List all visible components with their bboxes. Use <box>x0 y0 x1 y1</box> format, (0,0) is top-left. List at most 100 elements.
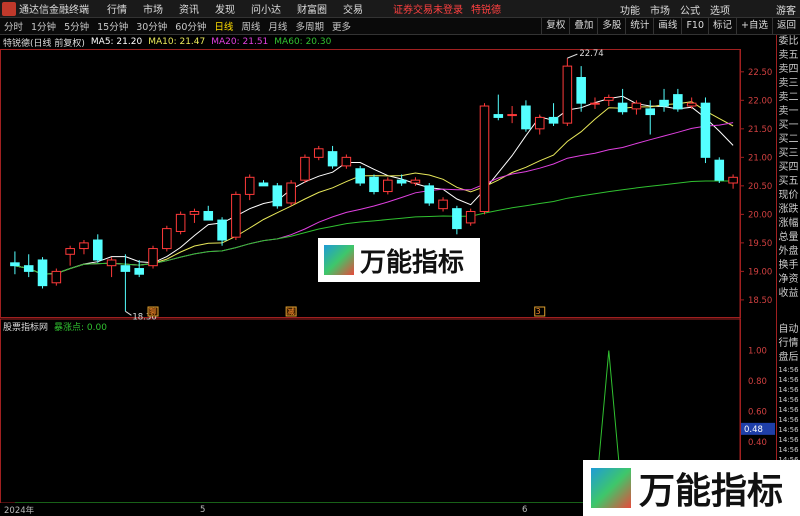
sub-tick-label: 0.80 <box>748 377 767 387</box>
sub-indicator-line-label: 暴涨点: 0.00 <box>54 322 107 333</box>
ma60-label: MA60: 20.30 <box>274 37 332 47</box>
period-tab[interactable]: 周线 <box>237 19 264 33</box>
watermark-logo-icon <box>591 468 631 508</box>
candle-up <box>507 114 517 117</box>
menu-item-ask[interactable]: 问小达 <box>251 1 281 16</box>
sub-tick-label: 1.00 <box>748 347 767 357</box>
ma-legend: 特锐德(日线 前复权) MA5: 21.20 MA10: 21.47 MA20:… <box>0 35 740 49</box>
menu-right-market[interactable]: 市场 <box>650 2 670 17</box>
candle-down <box>258 182 269 187</box>
menu-item-wealth[interactable]: 财富圈 <box>297 1 327 16</box>
quote-field-label: 卖一 <box>778 106 799 117</box>
tick-time: 14:56 <box>778 446 799 454</box>
sub-indicator-name: 股票指标网 <box>3 322 49 333</box>
quote-field-label: 买四 <box>778 162 799 173</box>
candle-up <box>410 179 421 184</box>
candle-down <box>493 114 504 118</box>
ma10-label: MA10: 21.47 <box>148 37 206 47</box>
tick-time: 14:56 <box>778 416 799 424</box>
watermark-text: 万能指标 <box>360 247 465 278</box>
period-tab-active[interactable]: 日线 <box>210 19 237 33</box>
candle-down <box>355 168 365 184</box>
adjust-button[interactable]: 复权 <box>541 18 569 34</box>
candle-up <box>562 65 573 124</box>
overlay-button[interactable]: 叠加 <box>569 18 597 34</box>
candle-down <box>424 185 435 204</box>
mark-button[interactable]: 标记 <box>708 18 736 34</box>
candle-down <box>548 116 559 124</box>
period-tab[interactable]: 月线 <box>264 19 291 33</box>
panel-tab[interactable]: 行情 <box>777 337 800 351</box>
candle-down <box>576 77 586 104</box>
multi-stock-button[interactable]: 多股 <box>597 18 625 34</box>
period-tab[interactable]: 多周期 <box>291 19 328 33</box>
tick-time: 14:56 <box>778 386 799 394</box>
candle-up <box>534 116 545 130</box>
date-label: 5 <box>200 504 206 515</box>
period-tab-more[interactable]: 更多 <box>328 19 355 33</box>
quote-field-label: 买三 <box>778 148 799 159</box>
quote-field-label: 换手 <box>778 260 799 271</box>
candle-up <box>728 176 738 184</box>
quote-field-label: 委比 <box>778 36 799 47</box>
menu-item-market[interactable]: 市场 <box>143 1 163 16</box>
menu-item-discover[interactable]: 发现 <box>215 1 235 16</box>
candle-down <box>452 208 462 230</box>
panel-tab[interactable]: 自动 <box>777 323 800 337</box>
menu-item-trade[interactable]: 交易 <box>343 1 363 16</box>
menu-right: 功能 市场 公式 选项 游客 <box>610 0 796 18</box>
draw-button[interactable]: 画线 <box>653 18 681 34</box>
candle-up <box>65 248 75 255</box>
menu-right-function[interactable]: 功能 <box>620 2 640 17</box>
candle-up <box>383 179 393 193</box>
panel-tab[interactable]: 盘后 <box>777 351 800 365</box>
stats-button[interactable]: 统计 <box>625 18 653 34</box>
tick-time: 14:56 <box>778 366 799 374</box>
quote-field-label: 涨跌 <box>778 204 799 215</box>
candle-down <box>203 211 214 221</box>
price-tick-label: 19.50 <box>748 239 772 249</box>
quote-field-label: 买五 <box>778 176 799 187</box>
menu-bar: 通达信金融终端 行情 市场 资讯 发现 问小达 财富圈 交易 证券交易未登录 特… <box>0 0 800 18</box>
tick-time: 14:56 <box>778 376 799 384</box>
menu-item-quotes[interactable]: 行情 <box>107 1 127 16</box>
period-tab[interactable]: 15分钟 <box>93 19 132 33</box>
quote-field-label: 买一 <box>778 120 799 131</box>
stock-label: 特锐德(日线 前复权) <box>3 38 85 49</box>
quote-field-label: 净资 <box>778 274 799 285</box>
quote-field-label: 外盘 <box>778 246 799 257</box>
quote-field-label: 买二 <box>778 134 799 145</box>
period-tab[interactable]: 1分钟 <box>27 19 60 33</box>
candle-up <box>604 96 614 101</box>
candle-up <box>631 102 642 110</box>
quote-field-label: 收益 <box>778 288 799 299</box>
menu-item-news[interactable]: 资讯 <box>179 1 199 16</box>
period-toolbar: 分时 1分钟 5分钟 15分钟 30分钟 60分钟 日线 周线 月线 多周期 更… <box>0 18 800 35</box>
candle-up <box>438 199 448 210</box>
candle-up <box>590 102 600 105</box>
candle-down <box>217 219 227 241</box>
watermark-center: 万能指标 <box>318 238 480 282</box>
candle-down <box>396 179 407 184</box>
add-watchlist-button[interactable]: +自选 <box>736 18 772 34</box>
menu-right-options[interactable]: 选项 <box>710 2 730 17</box>
period-tab[interactable]: 5分钟 <box>60 19 93 33</box>
period-tab[interactable]: 30分钟 <box>132 19 171 33</box>
menu-right-formula[interactable]: 公式 <box>680 2 700 17</box>
quote-field-label: 卖二 <box>778 92 799 103</box>
sub-tick-label: 0.60 <box>748 408 767 418</box>
f10-button[interactable]: F10 <box>681 18 708 34</box>
candle-up <box>231 193 241 238</box>
tick-time: 14:56 <box>778 426 799 434</box>
period-tab[interactable]: 60分钟 <box>171 19 210 33</box>
stock-tag: 特锐德 <box>471 5 501 16</box>
guest-label[interactable]: 游客 <box>776 2 796 17</box>
candle-down <box>369 176 379 193</box>
candle-up <box>175 213 186 232</box>
candle-down <box>327 151 338 167</box>
event-marker-label: 聊 <box>149 307 157 316</box>
back-button[interactable]: 返回 <box>771 18 800 34</box>
sub-indicator-legend: 股票指标网 暴涨点: 0.00 <box>0 320 107 333</box>
login-warning[interactable]: 证券交易未登录 <box>393 1 463 16</box>
period-tab[interactable]: 分时 <box>0 19 27 33</box>
